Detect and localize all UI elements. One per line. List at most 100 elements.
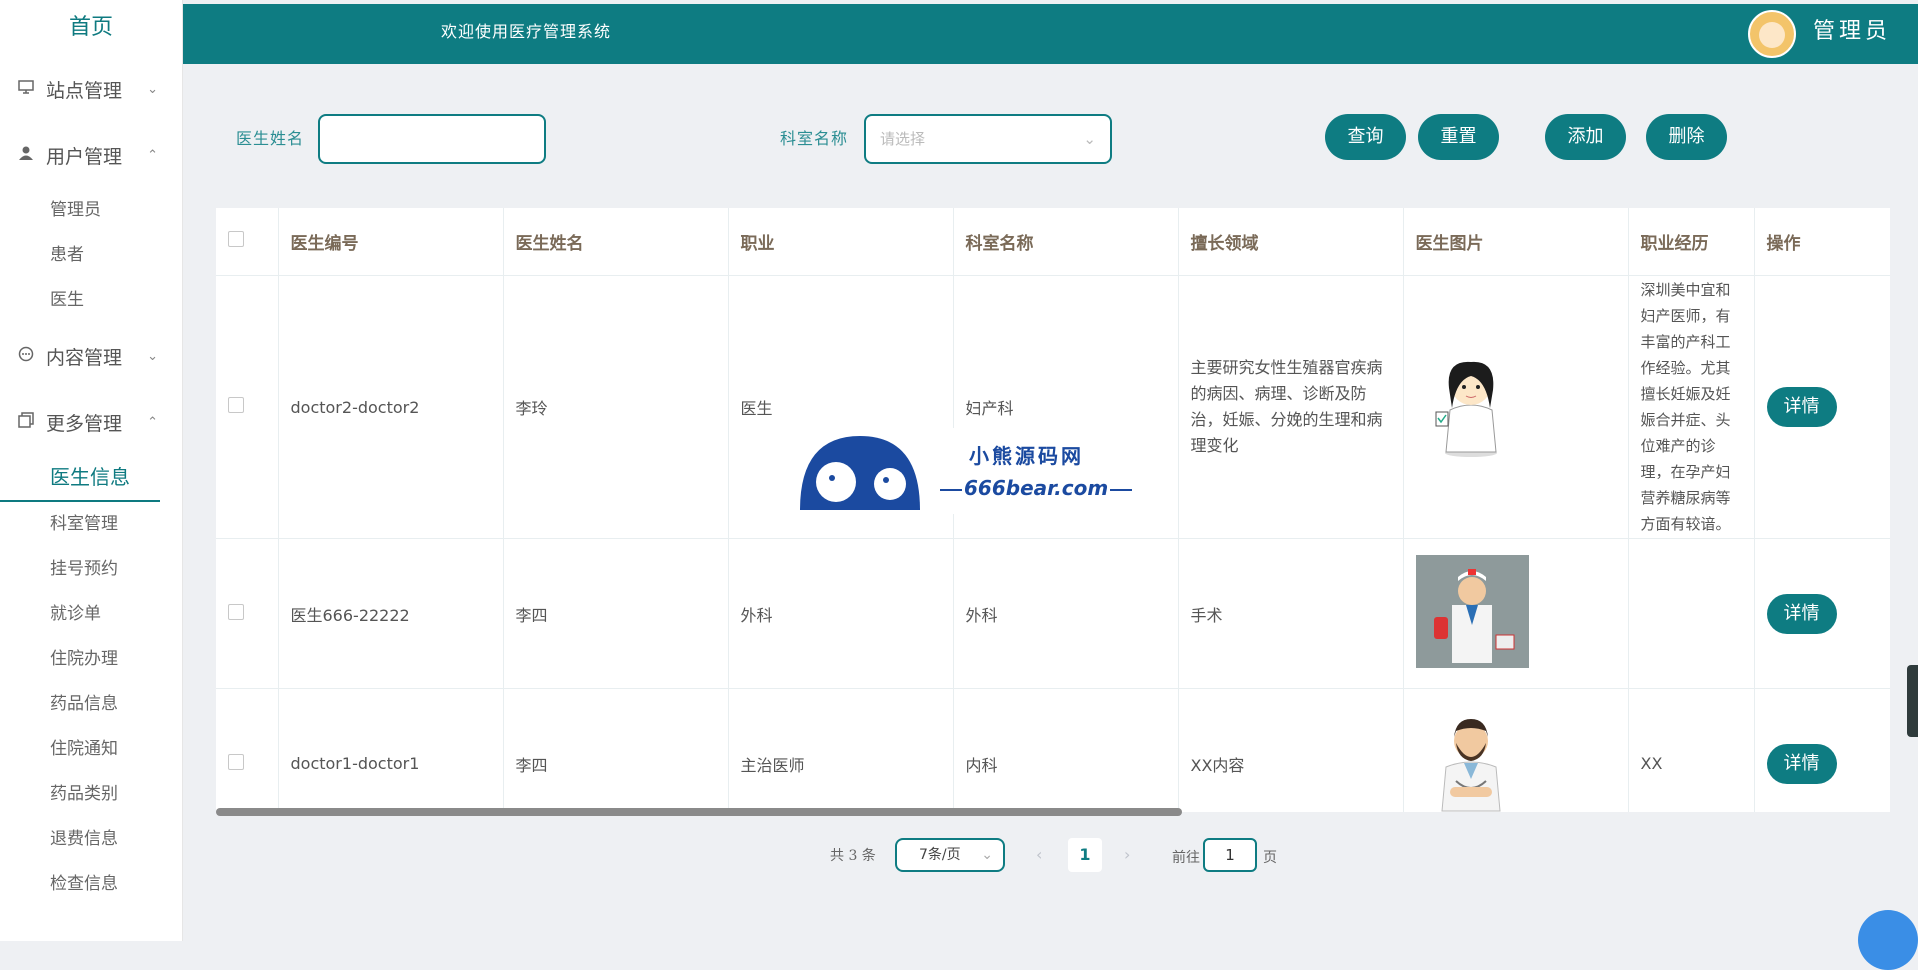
sidebar-home[interactable]: 首页 — [0, 0, 182, 56]
goto-page-input[interactable]: 1 — [1203, 838, 1257, 872]
column-header[interactable]: 擅长领域 — [1178, 208, 1404, 276]
cell-experience: XX — [1628, 688, 1755, 812]
select-all-checkbox[interactable] — [228, 231, 244, 247]
dept-select[interactable]: 请选择 ⌄ — [864, 114, 1112, 164]
table-row: doctor1-doctor1 李四 主治医师 内科 XX内容 XX 详情 — [216, 688, 1890, 812]
query-button[interactable]: 查询 — [1325, 114, 1406, 160]
menu-site-management[interactable]: 站点管理 ⌄ — [0, 56, 182, 122]
welcome-text: 欢迎使用医疗管理系统 — [441, 22, 612, 41]
watermark-cn: 小熊源码网 — [969, 444, 1084, 468]
cell-experience: 深圳美中宜和妇产医师，有丰富的产科工作经验。尤其擅长妊娠及妊娠合并症、头位难产的… — [1628, 275, 1755, 539]
column-header[interactable]: 科室名称 — [953, 208, 1179, 276]
menu-more-management[interactable]: 更多管理 ⌃ — [0, 389, 182, 455]
sidebar-item-drug-info[interactable]: 药品信息 — [0, 682, 182, 727]
sidebar-item-doctor-info[interactable]: 医生信息 — [0, 455, 160, 502]
menu-label: 内容管理 — [46, 346, 123, 369]
cell-name: 李玲 — [503, 275, 729, 539]
cell-dept: 内科 — [953, 688, 1179, 812]
goto-label: 前往 — [1172, 850, 1200, 866]
column-header[interactable]: 医生姓名 — [503, 208, 729, 276]
detail-button[interactable]: 详情 — [1766, 593, 1837, 634]
row-checkbox[interactable] — [228, 397, 244, 413]
next-page-icon[interactable]: › — [1124, 838, 1130, 872]
avatar[interactable] — [1748, 10, 1796, 58]
chevron-down-icon: ⌄ — [147, 348, 158, 364]
menu-content-management[interactable]: 内容管理 ⌄ — [0, 323, 182, 389]
sidebar-item-appointment[interactable]: 挂号预约 — [0, 547, 182, 592]
cell-name: 李四 — [503, 538, 729, 689]
copy-icon — [16, 412, 36, 432]
menu-group-site: 站点管理 ⌄ — [0, 56, 182, 122]
page-size-select[interactable]: 7条/页 ⌄ — [895, 838, 1005, 872]
sidebar-item-hospitalization[interactable]: 住院办理 — [0, 637, 182, 682]
user-name[interactable]: 管理员 — [1813, 4, 1891, 60]
sidebar-item-doctor[interactable]: 医生 — [0, 278, 182, 323]
cell-image — [1403, 538, 1629, 689]
sidebar-item-dept[interactable]: 科室管理 — [0, 502, 182, 547]
row-checkbox[interactable] — [228, 753, 244, 770]
cell-dept: 外科 — [953, 538, 1179, 689]
select-all-cell — [216, 208, 279, 276]
cell-specialty: XX内容 — [1178, 688, 1404, 812]
monitor-icon — [16, 79, 36, 99]
chevron-up-icon: ⌃ — [147, 147, 158, 163]
row-checkbox[interactable] — [228, 603, 244, 620]
sidebar-item-refund[interactable]: 退费信息 — [0, 817, 182, 862]
male-doctor-icon — [1415, 555, 1529, 668]
sidebar-item-hospital-notice[interactable]: 住院通知 — [0, 727, 182, 772]
cell-ops: 详情 — [1754, 688, 1890, 812]
chevron-up-icon: ⌃ — [147, 414, 158, 430]
watermark-en: 666bear.com — [938, 476, 1134, 500]
detail-button[interactable]: 详情 — [1766, 387, 1837, 427]
menu-user-management[interactable]: 用户管理 ⌃ — [0, 122, 182, 188]
chat-icon — [16, 346, 36, 366]
sidebar-item-admin[interactable]: 管理员 — [0, 188, 182, 233]
menu-label: 更多管理 — [46, 412, 123, 435]
row-select-cell — [216, 275, 279, 539]
sidebar: 首页 站点管理 ⌄ 用户管理 ⌃ 管理员 患者 医生 内容管理 ⌄ 更多管理 ⌃… — [0, 0, 183, 941]
reset-button[interactable]: 重置 — [1418, 114, 1499, 160]
column-header[interactable]: 医生编号 — [278, 208, 504, 276]
row-select-cell — [216, 688, 279, 812]
side-panel-handle[interactable] — [1907, 665, 1918, 737]
page-suffix: 页 — [1263, 850, 1277, 866]
menu-group-more: 更多管理 ⌃ 医生信息 科室管理 挂号预约 就诊单 住院办理 药品信息 住院通知… — [0, 389, 182, 907]
chevron-down-icon: ⌄ — [147, 81, 158, 97]
current-page[interactable]: 1 — [1068, 838, 1102, 872]
column-header[interactable]: 职业经历 — [1628, 208, 1755, 276]
cell-job: 主治医师 — [728, 688, 954, 812]
floating-action-button[interactable] — [1858, 910, 1918, 970]
chevron-down-icon: ⌄ — [1083, 130, 1096, 148]
doctor-name-input[interactable] — [318, 114, 546, 164]
column-header: 操作 — [1754, 208, 1890, 276]
sidebar-item-exam[interactable]: 检查信息 — [0, 862, 182, 907]
cell-experience — [1628, 538, 1755, 689]
cell-job: 外科 — [728, 538, 954, 689]
row-select-cell — [216, 538, 279, 689]
menu-label: 站点管理 — [46, 79, 123, 102]
cell-specialty: 手术 — [1178, 538, 1404, 689]
doctor-name-label: 医生姓名 — [236, 129, 305, 148]
avatar-face-icon — [1759, 22, 1785, 48]
cell-image — [1403, 275, 1629, 539]
prev-page-icon[interactable]: ‹ — [1036, 838, 1042, 872]
cell-id: 医生666-22222 — [278, 538, 504, 689]
menu-group-user: 用户管理 ⌃ 管理员 患者 医生 — [0, 122, 182, 323]
page-size-value: 7条/页 — [919, 847, 961, 863]
menu-label: 用户管理 — [46, 145, 123, 168]
cell-ops: 详情 — [1754, 275, 1890, 539]
detail-button[interactable]: 详情 — [1766, 743, 1837, 784]
horizontal-scrollbar[interactable] — [216, 808, 1182, 816]
delete-button[interactable]: 删除 — [1646, 114, 1727, 160]
female-doctor-icon — [1435, 361, 1497, 457]
sidebar-item-patient[interactable]: 患者 — [0, 233, 182, 278]
sidebar-item-drug-category[interactable]: 药品类别 — [0, 772, 182, 817]
dept-label: 科室名称 — [780, 129, 849, 148]
column-header[interactable]: 医生图片 — [1403, 208, 1629, 276]
add-button[interactable]: 添加 — [1545, 114, 1626, 160]
column-header[interactable]: 职业 — [728, 208, 954, 276]
sidebar-item-visit[interactable]: 就诊单 — [0, 592, 182, 637]
chevron-down-icon: ⌄ — [981, 847, 993, 863]
table-header-row: 医生编号 医生姓名 职业 科室名称 擅长领域 医生图片 职业经历 操作 — [216, 208, 1890, 276]
cell-image — [1403, 688, 1629, 812]
